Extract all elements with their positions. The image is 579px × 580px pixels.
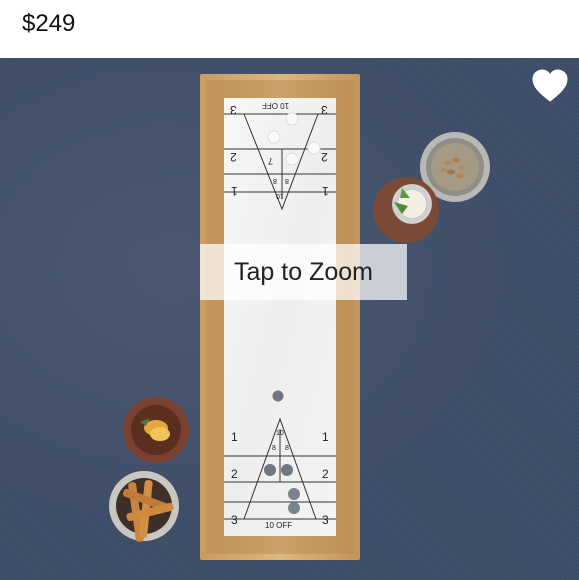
score-top-3-left: 3 (230, 103, 237, 117)
tap-to-zoom-overlay[interactable]: Tap to Zoom (200, 244, 407, 300)
tap-to-zoom-label: Tap to Zoom (234, 257, 373, 286)
score-top-2-left: 2 (230, 150, 237, 164)
top-triangle-8b: 8 (285, 177, 289, 184)
top-triangle-8a: 8 (273, 177, 277, 184)
score-top-1-right: 1 (322, 184, 329, 198)
score-top-2-right: 2 (321, 150, 328, 164)
score-bottom-3-left: 3 (231, 513, 238, 527)
score-bottom-1-right: 1 (322, 430, 329, 444)
heart-icon[interactable] (531, 68, 569, 104)
drink-coaster-image (373, 177, 439, 243)
board-bottom-label: 10 OFF (265, 521, 293, 530)
product-price: $249 (22, 10, 76, 37)
score-top-3-right: 3 (321, 103, 328, 117)
olives-bowl-image (123, 397, 189, 463)
board-top-label: 10 OFF (262, 101, 290, 110)
shuffleboard-image (200, 74, 360, 560)
score-top-1-left: 1 (231, 184, 238, 198)
top-triangle-10: 10 (276, 192, 284, 199)
score-bottom-2-left: 2 (231, 467, 238, 481)
bottom-triangle-8b: 8 (285, 445, 289, 452)
product-image[interactable]: 10 OFF 10 OFF 3 3 2 2 1 1 7 8 8 10 1 1 2… (0, 58, 579, 580)
score-bottom-1-left: 1 (231, 430, 238, 444)
product-header: $249 (0, 0, 579, 58)
bottom-triangle-10: 10 (276, 430, 284, 437)
score-bottom-3-right: 3 (322, 513, 329, 527)
breadsticks-bowl-image (109, 471, 179, 542)
bottom-triangle-8a: 8 (272, 445, 276, 452)
score-bottom-2-right: 2 (322, 467, 329, 481)
top-triangle-7: 7 (268, 156, 274, 166)
